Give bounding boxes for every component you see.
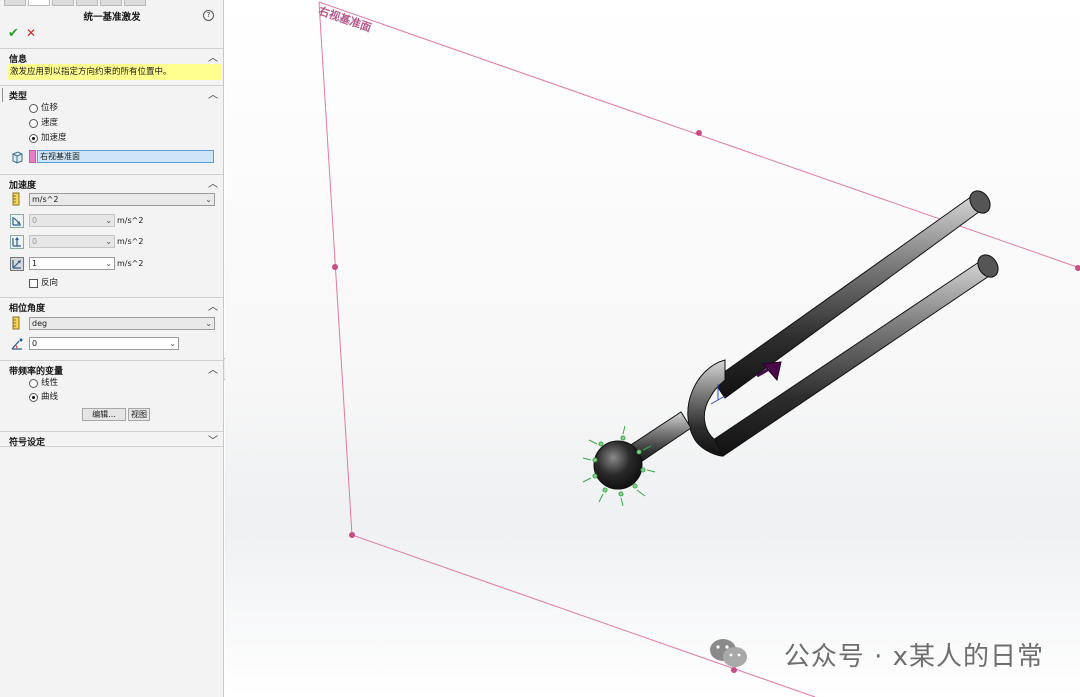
panel-tab-strip (0, 0, 224, 6)
chevron-down-icon: ⌄ (169, 339, 176, 348)
panel-edge-marker (2, 88, 3, 102)
graphics-viewport[interactable]: 右视基准面 公众号 · x某人的日常 (225, 0, 1080, 697)
accel-unit-value: m/s^2 (32, 195, 59, 204)
tuning-fork-model[interactable] (582, 187, 1002, 507)
collapse-icon[interactable]: ︿ (208, 86, 218, 101)
property-manager-panel: 统一基准激发 ? ✔ ✕ 信息 ︿ 激发应用到以指定方向约束的所有位置中。 类型… (0, 0, 224, 697)
accel-dir1-unit: m/s^2 (117, 216, 144, 225)
section-phase-header[interactable]: 相位角度 ︿ (0, 297, 224, 314)
right-plane[interactable] (318, 1, 1080, 697)
radio-acceleration[interactable]: 加速度 (29, 132, 67, 144)
chevron-down-icon: ⌄ (105, 259, 112, 268)
radio-label: 曲线 (41, 392, 59, 402)
radio-button[interactable] (29, 103, 38, 113)
radio-button-selected[interactable] (29, 133, 38, 143)
direction-1-icon[interactable] (10, 214, 24, 228)
checkbox[interactable] (29, 278, 38, 288)
selection-color-swatch (29, 150, 36, 163)
accel-dir3-value: 1 (32, 259, 38, 268)
section-type-header[interactable]: 类型 ︿ (0, 85, 224, 102)
view-curve-button[interactable]: 视图 (128, 408, 150, 421)
panel-title: 统一基准激发 (83, 12, 141, 23)
plane-reference-icon (10, 150, 24, 164)
section-info-header[interactable]: 信息 ︿ (0, 48, 224, 65)
radio-button-selected[interactable] (29, 392, 38, 402)
phase-angle-input[interactable]: 0 ⌄ (29, 337, 179, 350)
help-icon[interactable]: ? (203, 10, 214, 21)
wechat-icon (708, 636, 750, 670)
radio-linear[interactable]: 线性 (29, 377, 58, 389)
chevron-down-icon: ⌄ (105, 237, 112, 246)
model-scene: 右视基准面 (316, 1, 1080, 697)
phase-unit-value: deg (32, 319, 48, 328)
radio-label: 加速度 (41, 133, 67, 143)
units-icon (11, 192, 21, 206)
cancel-button[interactable]: ✕ (26, 26, 36, 40)
chevron-down-icon: ⌄ (105, 216, 112, 225)
watermark-text: 公众号 · x某人的日常 (783, 642, 1044, 672)
accel-dir1-value: 0 (32, 216, 38, 225)
tab-property-manager[interactable] (28, 0, 50, 6)
section-acceleration-title: 加速度 (9, 181, 37, 191)
radio-velocity[interactable]: 速度 (29, 117, 58, 129)
phase-unit-select[interactable]: deg ⌄ (29, 317, 215, 330)
collapse-icon[interactable]: ︿ (208, 175, 218, 190)
accel-dir2-value: 0 (32, 237, 38, 246)
accel-dir1-input[interactable]: 0 ⌄ (29, 214, 115, 227)
section-symbol-title: 符号设定 (9, 438, 46, 448)
plane-label: 右视基准面 (316, 3, 374, 34)
tab-simulation[interactable] (124, 0, 146, 6)
chevron-down-icon: ⌄ (205, 195, 212, 204)
collapse-icon[interactable]: ︿ (208, 361, 218, 376)
ok-button[interactable]: ✔ (8, 26, 19, 41)
accel-dir3-unit: m/s^2 (117, 259, 144, 268)
tab-display-manager[interactable] (100, 0, 122, 6)
section-type-title: 类型 (9, 92, 28, 102)
info-message: 激发应用到以指定方向约束的所有位置中。 (8, 64, 222, 80)
units-icon (11, 316, 21, 330)
chevron-down-icon: ⌄ (205, 319, 212, 328)
checkbox-label: 反向 (41, 278, 59, 288)
radio-curve[interactable]: 曲线 (29, 391, 58, 403)
direction-3-icon[interactable] (10, 257, 24, 271)
section-phase-title: 相位角度 (9, 304, 46, 314)
expand-icon[interactable]: ﹀ (208, 432, 218, 447)
tab-config-manager[interactable] (52, 0, 74, 6)
radio-button[interactable] (29, 378, 38, 388)
tab-feature-manager[interactable] (4, 0, 26, 6)
radio-label: 位移 (41, 103, 59, 113)
phase-angle-icon (10, 337, 24, 351)
accel-unit-select[interactable]: m/s^2 ⌄ (29, 193, 215, 206)
section-symbol-header[interactable]: 符号设定 ﹀ (0, 431, 224, 448)
section-acceleration-header[interactable]: 加速度 ︿ (0, 174, 224, 191)
collapse-icon[interactable]: ︿ (208, 298, 218, 313)
edit-curve-button[interactable]: 编辑... (82, 408, 126, 421)
collapse-icon[interactable]: ︿ (208, 49, 218, 64)
accel-dir2-input[interactable]: 0 ⌄ (29, 235, 115, 248)
section-frequency-header[interactable]: 带频率的变量 ︿ (0, 360, 224, 377)
accel-dir3-input[interactable]: 1 ⌄ (29, 257, 115, 270)
reverse-checkbox[interactable]: 反向 (29, 277, 58, 289)
tab-dim-expert[interactable] (76, 0, 98, 6)
radio-button[interactable] (29, 118, 38, 128)
radio-displacement[interactable]: 位移 (29, 102, 58, 114)
phase-angle-value: 0 (32, 339, 38, 348)
reference-selection-box[interactable]: 右视基准面 (37, 150, 214, 163)
section-frequency-title: 带频率的变量 (9, 367, 64, 377)
accel-dir2-unit: m/s^2 (117, 237, 144, 246)
radio-label: 速度 (41, 118, 59, 128)
radio-label: 线性 (41, 378, 59, 388)
direction-2-icon[interactable] (10, 235, 24, 249)
